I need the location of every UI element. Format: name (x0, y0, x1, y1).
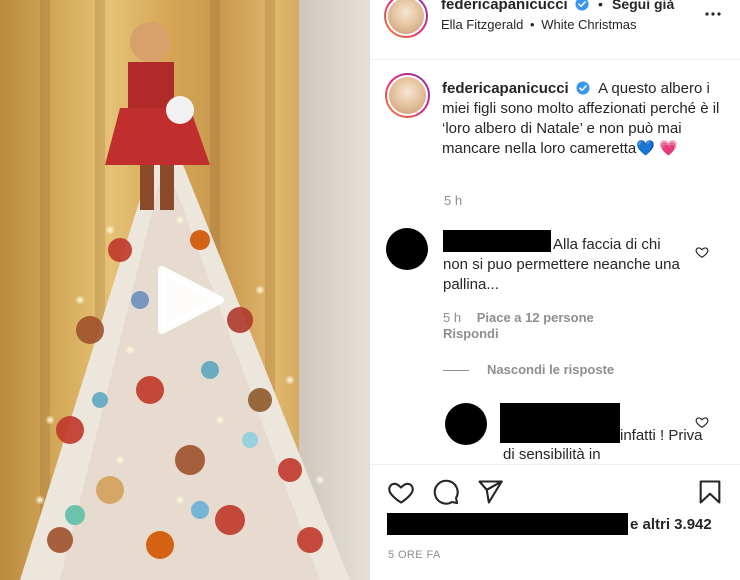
verified-badge-icon (575, 0, 589, 11)
caption-time[interactable]: 5 h (444, 193, 462, 208)
comment-likes[interactable]: Piace a 12 persone (477, 310, 594, 325)
comments-scroll-area[interactable]: federicapanicucci A questo albero i miei… (370, 60, 740, 464)
post-media-video[interactable] (0, 0, 369, 580)
replies-divider (443, 370, 469, 371)
redacted-username (443, 230, 551, 252)
audio-title: White Christmas (541, 17, 637, 32)
audio-artist: Ella Fitzgerald (441, 17, 524, 32)
commenter-avatar[interactable] (386, 228, 428, 270)
play-button[interactable] (152, 262, 228, 338)
author-username-row: federicapanicucci (441, 0, 589, 13)
comment-icon[interactable] (432, 478, 460, 506)
reply-button[interactable]: Rispondi (443, 326, 499, 341)
caption-username[interactable]: federicapanicucci (442, 80, 569, 97)
bookmark-icon[interactable] (696, 478, 724, 506)
comment-like-heart-icon[interactable] (695, 245, 709, 259)
paper-plane-icon[interactable] (476, 478, 504, 506)
reply-avatar[interactable] (445, 403, 487, 445)
post-actions: e altri 3.942 5 ORE FA (370, 464, 740, 580)
comment-meta: 5 h Piace a 12 persone (443, 310, 606, 325)
redacted-liker-names (387, 513, 628, 535)
audio-track[interactable]: Ella Fitzgerald • White Christmas (441, 17, 637, 32)
post-header: federicapanicucci • Segui già Ella Fitzg… (370, 0, 740, 60)
following-button[interactable]: Segui già (612, 0, 674, 12)
audio-separator: • (530, 17, 535, 32)
likes-count[interactable]: e altri 3.942 (630, 516, 712, 533)
redacted-username (500, 403, 620, 443)
hide-replies-button[interactable]: Nascondi le risposte (487, 362, 614, 377)
heart-icon[interactable] (387, 478, 415, 506)
comment-time[interactable]: 5 h (443, 310, 461, 325)
author-avatar[interactable] (384, 0, 428, 38)
header-separator: • (598, 0, 603, 12)
caption-author-avatar[interactable] (385, 73, 430, 118)
play-icon (158, 266, 224, 334)
verified-badge-icon (576, 81, 590, 95)
more-horizontal-icon[interactable] (704, 5, 722, 23)
post-date[interactable]: 5 ORE FA (388, 549, 441, 561)
post-side-panel: federicapanicucci • Segui già Ella Fitzg… (369, 0, 740, 580)
reply-like-heart-icon[interactable] (695, 415, 709, 429)
author-username[interactable]: federicapanicucci (441, 0, 568, 13)
post-caption: federicapanicucci A questo albero i miei… (442, 79, 732, 159)
